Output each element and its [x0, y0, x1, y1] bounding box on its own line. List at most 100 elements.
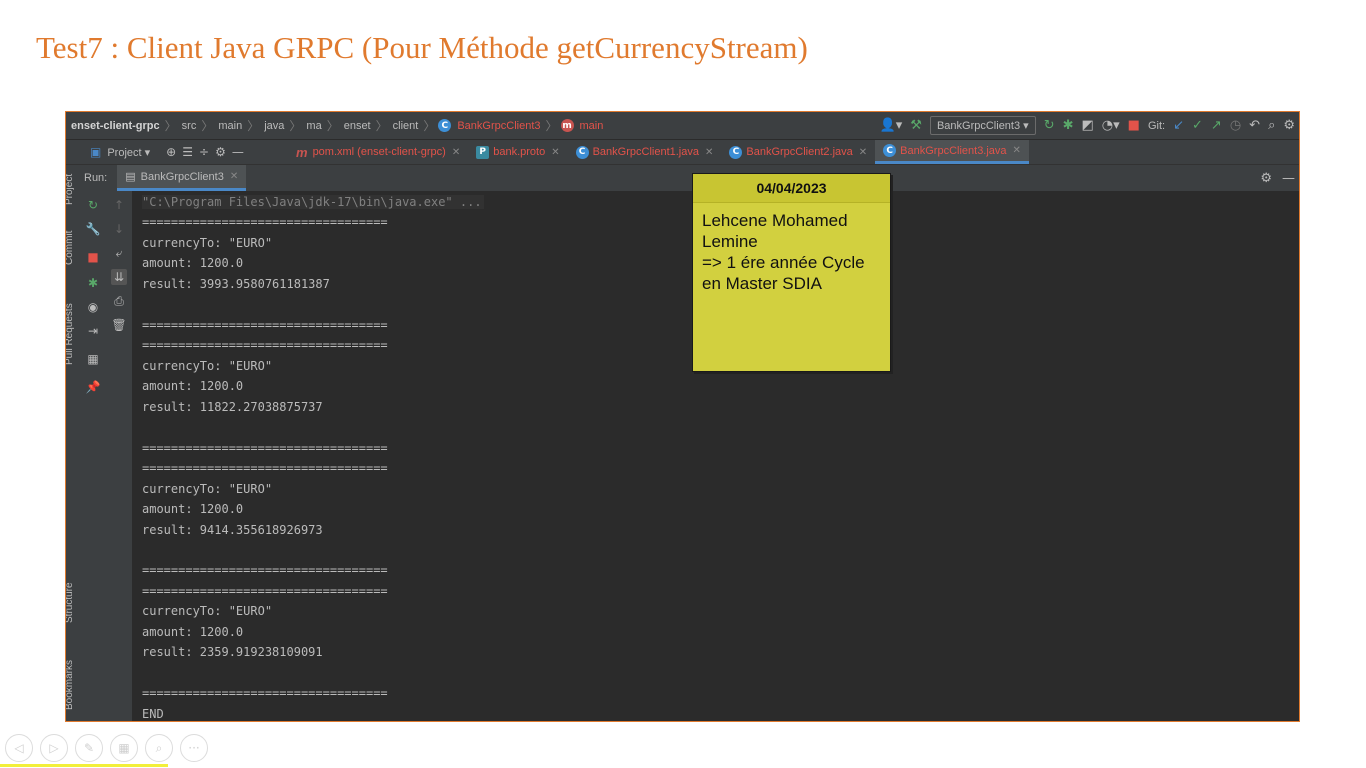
commit-tool-button[interactable]: Commit — [66, 231, 75, 265]
proto-file-icon: P — [476, 145, 490, 159]
rerun-icon[interactable]: ↻ — [85, 197, 101, 213]
next-slide-icon[interactable]: ▷ — [40, 734, 68, 762]
console-line: currencyTo: "EURO" — [142, 482, 273, 496]
run-tab[interactable]: ▤ BankGrpcClient3 ✕ — [117, 165, 247, 191]
bookmarks-tool-button[interactable]: Bookmarks — [66, 660, 75, 710]
stop-icon[interactable]: ■ — [1128, 118, 1140, 133]
tab-bank-grpc-client3[interactable]: C BankGrpcClient3.java ✕ — [875, 140, 1029, 164]
breadcrumb-client[interactable]: client — [391, 120, 421, 132]
tab-label: BankGrpcClient1.java — [592, 146, 699, 158]
breadcrumb-class[interactable]: BankGrpcClient3 — [455, 120, 542, 132]
scroll-to-end-icon[interactable]: ⇊ — [111, 269, 127, 285]
slides-grid-icon[interactable]: ▦ — [110, 734, 138, 762]
scroll-up-icon[interactable]: ↑ — [111, 197, 127, 213]
hide-icon[interactable]: — — [1282, 171, 1295, 186]
pen-icon[interactable]: ✎ — [75, 734, 103, 762]
close-icon[interactable]: ✕ — [230, 171, 238, 182]
previous-slide-icon[interactable]: ◁ — [5, 734, 33, 762]
breadcrumb-java[interactable]: java — [262, 120, 286, 132]
tab-label: pom.xml (enset-client-grpc) — [312, 146, 446, 158]
pin-icon[interactable]: 📌 — [85, 379, 101, 395]
run-configuration-select[interactable]: BankGrpcClient3 ▾ — [929, 116, 1036, 135]
project-view-icon: ▣ — [90, 145, 102, 159]
structure-tool-button[interactable]: Structure — [66, 582, 75, 623]
coverage-icon[interactable]: ◩ — [1082, 118, 1094, 133]
debug-icon[interactable]: ✱ — [1063, 118, 1074, 133]
locate-icon[interactable]: ⊕ — [166, 145, 176, 159]
sticky-note: 04/04/2023 Lehcene Mohamed Lemine => 1 é… — [692, 173, 891, 372]
project-tool-button[interactable]: Project — [66, 174, 75, 205]
console-icon: ▤ — [125, 170, 136, 183]
breadcrumb-method[interactable]: main — [578, 120, 606, 132]
exit-icon[interactable]: ⇥ — [85, 323, 101, 339]
console-line: currencyTo: "EURO" — [142, 236, 273, 250]
build-hammer-icon[interactable]: ⚒ — [910, 118, 922, 133]
trash-icon[interactable]: 🗑 — [111, 317, 127, 333]
method-icon: m — [560, 119, 574, 132]
tab-label: bank.proto — [493, 146, 546, 158]
tab-bank-grpc-client1[interactable]: C BankGrpcClient1.java ✕ — [568, 140, 722, 164]
console-line: ================================== — [142, 563, 388, 577]
settings-icon[interactable]: ⚙ — [1283, 118, 1295, 133]
pull-requests-tool-button[interactable]: Pull Requests — [66, 303, 75, 365]
hide-icon[interactable]: — — [232, 145, 244, 159]
wrench-icon[interactable]: 🔧 — [85, 221, 101, 237]
sticky-note-line: Lehcene Mohamed — [702, 211, 848, 230]
navigation-bar: enset-client-grpc 〉 src 〉 main 〉 java 〉 ma 〉 … — [66, 112, 1299, 140]
console-line: result: 3993.9580761181387 — [142, 277, 330, 291]
user-icon[interactable]: 👤▾ — [880, 118, 903, 133]
more-options-icon[interactable]: ··· — [180, 734, 208, 762]
tab-bank-proto[interactable]: P bank.proto ✕ — [468, 140, 567, 164]
breadcrumb-separator: 〉 — [247, 119, 260, 133]
zoom-icon[interactable]: ⌕ — [145, 734, 173, 762]
run-tab-label: BankGrpcClient3 — [140, 170, 224, 183]
console-line: result: 9414.355618926973 — [142, 523, 323, 537]
gear-icon[interactable]: ⚙ — [215, 145, 226, 159]
search-icon[interactable]: ⌕ — [1268, 118, 1275, 133]
java-class-icon: C — [438, 119, 452, 132]
collapse-all-icon[interactable]: ÷ — [199, 145, 209, 159]
git-update-icon[interactable]: ↙ — [1173, 118, 1184, 133]
profile-icon[interactable]: ◔▾ — [1102, 118, 1120, 133]
breadcrumb-enset[interactable]: enset — [342, 120, 373, 132]
console-line: ================================== — [142, 215, 388, 229]
expand-all-icon[interactable]: ☰ — [182, 145, 193, 159]
sticky-note-line: => 1 ére année Cycle — [702, 253, 865, 272]
close-icon[interactable]: ✕ — [452, 147, 460, 158]
debug-icon[interactable]: ✱ — [85, 275, 101, 291]
close-icon[interactable]: ✕ — [1013, 145, 1021, 156]
sticky-note-line: Lemine — [702, 232, 758, 251]
layout-icon[interactable]: ▦ — [85, 351, 101, 367]
close-icon[interactable]: ✕ — [859, 147, 867, 158]
history-icon[interactable]: ◷ — [1230, 118, 1241, 133]
project-tool-label[interactable]: Project ▾ — [107, 146, 150, 159]
breadcrumb-main[interactable]: main — [216, 120, 244, 132]
close-icon[interactable]: ✕ — [551, 147, 559, 158]
console-line: amount: 1200.0 — [142, 256, 244, 270]
print-icon[interactable]: ⎙ — [111, 293, 127, 309]
java-class-icon: C — [575, 145, 589, 159]
scroll-down-icon[interactable]: ↓ — [111, 221, 127, 237]
soft-wrap-icon[interactable]: ⤶ — [111, 245, 127, 261]
breadcrumb-ma[interactable]: ma — [304, 120, 323, 132]
breadcrumb-src[interactable]: src — [180, 120, 199, 132]
breadcrumb-separator: 〉 — [423, 119, 436, 133]
breadcrumb-project[interactable]: enset-client-grpc — [69, 120, 162, 132]
gear-icon[interactable]: ⚙ — [1260, 171, 1272, 186]
git-commit-icon[interactable]: ✓ — [1192, 118, 1203, 133]
console-line: END — [142, 707, 164, 721]
console-line: ================================== — [142, 441, 388, 455]
highlight-bar — [0, 764, 168, 767]
console-line: "C:\Program Files\Java\jdk-17\bin\java.e… — [142, 195, 484, 209]
git-push-icon[interactable]: ↗ — [1211, 118, 1222, 133]
stop-icon[interactable]: ■ — [85, 249, 101, 265]
run-panel-header: Run: ▤ BankGrpcClient3 ✕ ⚙ — — [80, 165, 1299, 191]
tab-bank-grpc-client2[interactable]: C BankGrpcClient2.java ✕ — [721, 140, 875, 164]
close-icon[interactable]: ✕ — [705, 147, 713, 158]
camera-icon[interactable]: ◉ — [85, 299, 101, 315]
run-icon[interactable]: ↻ — [1044, 118, 1055, 133]
breadcrumb-separator: 〉 — [289, 119, 302, 133]
tab-pom-xml[interactable]: m pom.xml (enset-client-grpc) ✕ — [288, 140, 468, 164]
rollback-icon[interactable]: ↶ — [1249, 118, 1260, 133]
project-tool-header: ▣ Project ▾ ⊕ ☰ ÷ ⚙ — — [66, 145, 288, 159]
